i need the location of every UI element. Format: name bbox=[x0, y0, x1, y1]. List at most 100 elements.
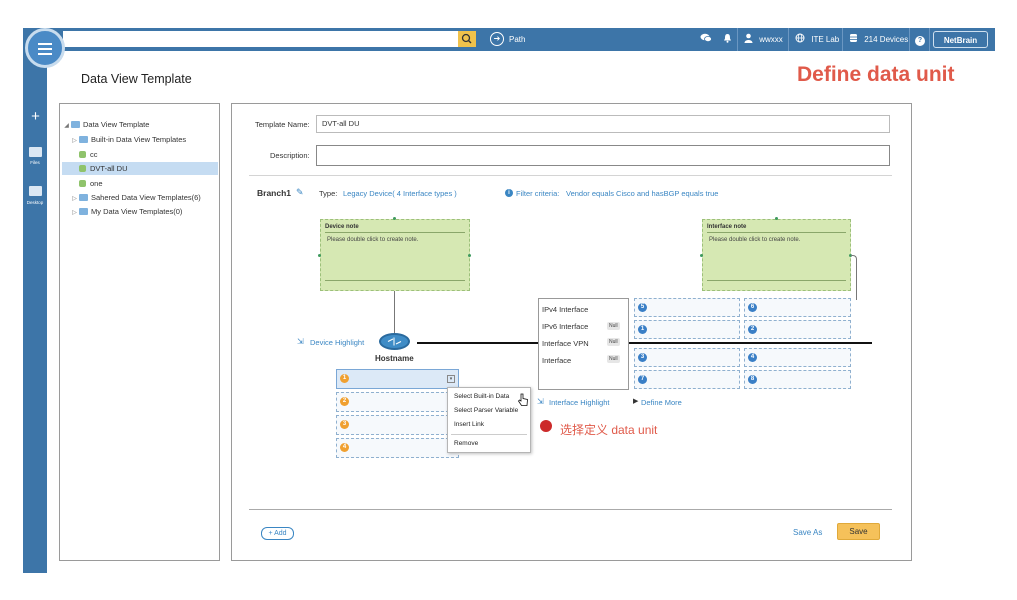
add-button[interactable]: + Add bbox=[261, 527, 294, 540]
interface-data-slot[interactable]: 6 bbox=[744, 298, 851, 317]
path-label[interactable]: Path bbox=[509, 35, 525, 44]
globe-icon bbox=[795, 33, 805, 43]
separator bbox=[788, 28, 789, 51]
menu-item-select-built-in-data[interactable]: Select Built-in Data bbox=[454, 393, 509, 400]
interface-data-slot[interactable]: 3 bbox=[634, 348, 740, 367]
divider bbox=[249, 175, 892, 176]
interface-type-item[interactable]: IPv4 Interface bbox=[542, 305, 588, 314]
interface-highlight-link[interactable]: Interface Highlight bbox=[549, 398, 609, 407]
red-dot-marker bbox=[540, 420, 552, 432]
save-button[interactable]: Save bbox=[837, 523, 880, 540]
note-divider bbox=[325, 280, 465, 281]
sidebar-item-files[interactable]: Files bbox=[23, 160, 47, 165]
menu-item-select-parser-variable[interactable]: Select Parser Variable bbox=[454, 407, 518, 414]
slot-pin-icon: 1 bbox=[638, 325, 647, 334]
netbrain-logo: NetBrain bbox=[933, 31, 988, 48]
note-handle[interactable] bbox=[318, 254, 321, 257]
interface-type-item[interactable]: Interface VPN bbox=[542, 339, 589, 348]
tree-item-dvt-all-du[interactable]: DVT-all DU bbox=[62, 162, 218, 175]
device-highlight-link[interactable]: Device Highlight bbox=[310, 338, 364, 347]
interface-type-item[interactable]: Interface bbox=[542, 356, 571, 365]
note-divider bbox=[707, 280, 846, 281]
type-value-link[interactable]: Legacy Device( 4 Interface types ) bbox=[343, 189, 457, 198]
hand-cursor-icon bbox=[517, 393, 529, 412]
menu-item-insert-link[interactable]: Insert Link bbox=[454, 421, 484, 428]
slot-pin-icon: 4 bbox=[748, 353, 757, 362]
note-handle[interactable] bbox=[700, 254, 703, 257]
note-handle[interactable] bbox=[393, 217, 396, 220]
save-as-button[interactable]: Save As bbox=[793, 528, 822, 537]
search-input[interactable] bbox=[63, 31, 458, 47]
path-icon[interactable]: ➔ bbox=[490, 32, 504, 46]
tree-item-label: one bbox=[90, 179, 103, 188]
slot-pin-icon: 2 bbox=[748, 325, 757, 334]
tree-item-cc[interactable]: cc bbox=[62, 148, 218, 161]
note-connector bbox=[851, 255, 857, 300]
edit-icon[interactable]: ✎ bbox=[296, 187, 304, 198]
search-button[interactable] bbox=[458, 31, 476, 47]
device-note[interactable]: Device note Please double click to creat… bbox=[320, 219, 470, 291]
interface-note[interactable]: Interface note Please double click to cr… bbox=[702, 219, 851, 291]
template-icon bbox=[79, 165, 86, 172]
user-menu[interactable]: wwxxx bbox=[744, 28, 783, 51]
tree-item-label: Sahered Data View Templates(6) bbox=[91, 193, 201, 202]
interface-data-slot[interactable]: 4 bbox=[744, 348, 851, 367]
branch-name: Branch1 bbox=[257, 188, 292, 198]
collapse-icon[interactable]: ▷ bbox=[70, 135, 79, 148]
tree-root[interactable]: ◢ Data View Template bbox=[62, 118, 218, 131]
add-icon[interactable]: + bbox=[28, 108, 43, 125]
router-icon[interactable] bbox=[379, 333, 410, 350]
tree-item-one[interactable]: one bbox=[62, 177, 218, 190]
menu-button[interactable] bbox=[25, 28, 65, 68]
interface-data-slot[interactable]: 2 bbox=[744, 320, 851, 339]
null-badge: Null bbox=[607, 355, 620, 363]
monitor-icon[interactable] bbox=[29, 186, 42, 196]
device-data-slot[interactable]: 3 bbox=[336, 415, 459, 435]
slot-menu-icon[interactable]: ▾ bbox=[447, 375, 455, 383]
device-data-slot[interactable]: 1 ▾ bbox=[336, 369, 459, 389]
separator bbox=[842, 28, 843, 51]
folder-icon[interactable] bbox=[29, 147, 42, 157]
interface-data-slot[interactable]: 7 bbox=[634, 370, 740, 389]
collapse-icon[interactable]: ▷ bbox=[70, 207, 79, 220]
bell-icon[interactable] bbox=[723, 28, 732, 51]
note-divider bbox=[325, 232, 465, 233]
folder-icon bbox=[71, 121, 80, 128]
tree-item-built-in[interactable]: ▷ Built-in Data View Templates bbox=[62, 133, 218, 146]
interface-data-slot[interactable]: 5 bbox=[634, 298, 740, 317]
user-icon bbox=[744, 33, 753, 43]
note-handle[interactable] bbox=[468, 254, 471, 257]
device-data-slot[interactable]: 2 bbox=[336, 392, 459, 412]
null-badge: Null bbox=[607, 322, 620, 330]
sidebar-item-desktop[interactable]: Desktop bbox=[23, 200, 47, 205]
devices-menu[interactable]: 214 Devices bbox=[849, 28, 908, 51]
tree-item-shared[interactable]: ▷ Sahered Data View Templates(6) bbox=[62, 191, 218, 204]
slot-pin-icon: 1 bbox=[340, 374, 349, 383]
description-label: Description: bbox=[270, 151, 310, 160]
description-input[interactable] bbox=[316, 145, 890, 166]
tree-item-my[interactable]: ▷ My Data View Templates(0) bbox=[62, 205, 218, 218]
expand-icon[interactable]: ◢ bbox=[62, 120, 71, 133]
device-note-body: Please double click to create note. bbox=[327, 237, 419, 243]
help-button[interactable]: ? bbox=[915, 28, 925, 51]
page-title: Data View Template bbox=[81, 72, 192, 86]
note-handle[interactable] bbox=[775, 217, 778, 220]
tree-item-label: Built-in Data View Templates bbox=[91, 135, 187, 144]
slot-pin-icon: 4 bbox=[340, 443, 349, 452]
interface-data-slot[interactable]: 8 bbox=[744, 370, 851, 389]
template-name-label: Template Name: bbox=[255, 120, 310, 129]
template-icon bbox=[79, 151, 86, 158]
folder-icon bbox=[79, 208, 88, 215]
filter-value-link[interactable]: Vendor equals Cisco and hasBGP equals tr… bbox=[566, 189, 718, 198]
interface-type-item[interactable]: IPv6 Interface bbox=[542, 322, 588, 331]
menu-item-remove[interactable]: Remove bbox=[454, 440, 478, 447]
chat-icon[interactable] bbox=[700, 28, 712, 51]
separator bbox=[929, 28, 930, 51]
device-data-slot[interactable]: 4 bbox=[336, 438, 459, 458]
lab-menu[interactable]: ITE Lab bbox=[795, 28, 839, 51]
interface-data-slot[interactable]: 1 bbox=[634, 320, 740, 339]
device-note-title: Device note bbox=[325, 224, 359, 230]
define-more-link[interactable]: Define More bbox=[641, 398, 682, 407]
tree-item-label: cc bbox=[90, 150, 98, 159]
template-name-input[interactable]: DVT-all DU bbox=[316, 115, 890, 133]
